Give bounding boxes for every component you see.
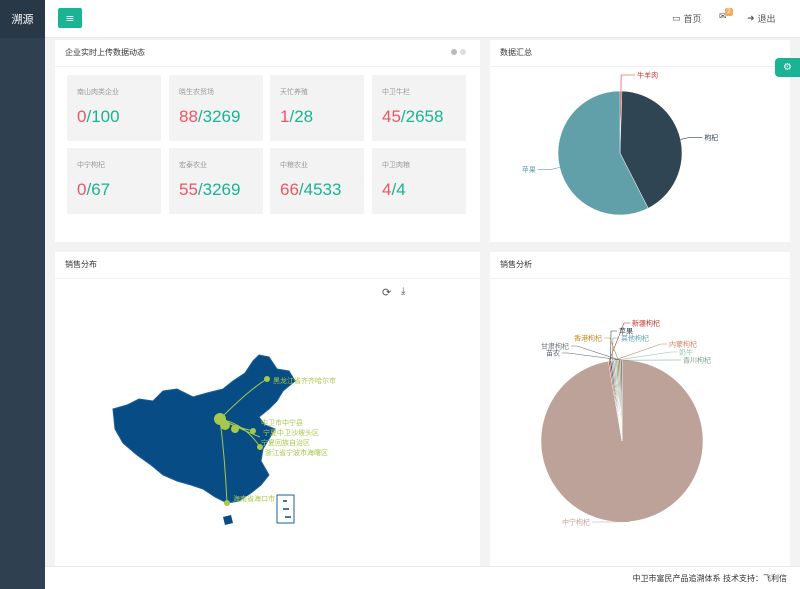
stat-value: 55/3269 — [179, 180, 240, 200]
sidebar — [0, 0, 45, 589]
home-label: 首页 — [683, 15, 702, 25]
stat-value: 45/2658 — [382, 107, 443, 127]
map-marker — [250, 428, 256, 434]
sales-analysis-panel: 销售分析 中宁枸杞 新疆枸杞 苹果 其他枸杞 内蒙枸杞 奶牛 青川枸杞 香港枸杞 甘肃枸杞 苗农 — [490, 252, 790, 566]
pie-label: 枸杞 — [704, 133, 718, 142]
footer-text: 中卫市富民产品追溯体系 技术支持：飞利信 — [632, 574, 787, 583]
china-sales-map: 黑龙江省齐齐哈尔市 中卫市中宁县 宁夏中卫沙坡头区 宁夏回族自治区 浙江省宁波市… — [112, 354, 336, 525]
sales-pie-chart: 中宁枸杞新疆枸杞苹果其他枸杞内蒙枸杞奶牛青川枸杞香港枸杞甘肃枸杞苗农 — [540, 319, 711, 527]
stat-done: 66 — [280, 180, 299, 199]
settings-gear-button[interactable]: ⚙ — [775, 58, 800, 77]
stat-total: /28 — [289, 107, 314, 126]
carousel-dot-active[interactable] — [451, 49, 457, 55]
map-marker — [220, 420, 230, 430]
pie-label-line — [537, 167, 560, 170]
stat-total: /2658 — [400, 107, 444, 126]
pie-label: 内蒙枸杞 — [669, 340, 697, 349]
pie-label-line — [610, 330, 617, 361]
map-label: 中卫市中宁县 — [261, 418, 303, 427]
panel-title: 数据汇总 — [500, 48, 532, 57]
footer: 中卫市富民产品追溯体系 技术支持：飞利信 — [45, 566, 800, 589]
pie-label-line — [620, 74, 636, 92]
stat-card: 晓生农贸场 88/3269 — [169, 75, 263, 141]
hamburger-icon: ≡ — [65, 11, 75, 25]
pie-label: 中宁枸杞 — [562, 518, 590, 527]
stat-value: 88/3269 — [179, 107, 240, 127]
stat-label: 天忙养殖 — [280, 88, 308, 96]
pie-label: 其他枸杞 — [621, 334, 649, 343]
stat-label: 宏泰农业 — [179, 161, 207, 169]
panel-title: 企业实时上传数据动态 — [65, 48, 145, 57]
pie-label-line — [613, 343, 667, 361]
pie-label: 香港枸杞 — [574, 334, 602, 343]
carousel-dot[interactable] — [460, 49, 466, 55]
stat-total: /3269 — [197, 107, 241, 126]
stat-label: 南山肉类企业 — [77, 88, 119, 96]
top-navbar: ≡ ▭ 首页 ✉ 2 ➜ 退出 — [45, 0, 800, 38]
stat-card: 宏泰农业 55/3269 — [169, 148, 263, 214]
menu-toggle-button[interactable]: ≡ — [58, 8, 82, 28]
gears-icon: ⚙ — [783, 62, 792, 73]
stat-label: 晓生农贸场 — [179, 88, 214, 96]
logout-link[interactable]: ➜ 退出 — [747, 12, 776, 26]
data-summary-panel: 数据汇总 牛羊肉枸杞苹果 — [490, 40, 790, 242]
logout-label: 退出 — [757, 15, 776, 25]
stat-value: 0/67 — [77, 180, 110, 200]
carousel-dots — [451, 49, 466, 55]
map-inset-islands — [283, 500, 291, 518]
panel-title: 销售分析 — [500, 260, 532, 269]
map-label: 海南省海口市 — [233, 494, 275, 503]
pie-label: 奶牛 — [679, 348, 693, 357]
pie-label-line — [611, 337, 619, 361]
pie-label: 苗农 — [546, 349, 560, 358]
stat-done: 55 — [179, 180, 198, 199]
map-island-hainan — [223, 515, 233, 525]
pie-label: 牛羊肉 — [637, 71, 658, 80]
stat-card: 天忙养殖 1/28 — [270, 75, 364, 141]
home-link[interactable]: ▭ 首页 — [672, 12, 702, 26]
sign-out-icon: ➜ — [747, 13, 755, 24]
stat-total: /4533 — [298, 180, 342, 199]
stat-value: 66/4533 — [280, 180, 341, 200]
map-marker — [264, 376, 270, 382]
stat-label: 中宁枸杞 — [77, 161, 105, 169]
map-marker — [224, 500, 230, 506]
pie-label-line — [680, 137, 703, 140]
panel-divider — [55, 66, 480, 67]
panel-title: 销售分布 — [65, 260, 97, 269]
pie-label-line — [615, 351, 677, 361]
stat-card: 南山肉类企业 0/100 — [67, 75, 161, 141]
stat-label: 中卫肉粮 — [382, 161, 410, 169]
stat-done: 88 — [179, 107, 198, 126]
stat-value: 4/4 — [382, 180, 406, 200]
stat-done: 45 — [382, 107, 401, 126]
pie-label: 苹果 — [522, 165, 536, 174]
stat-value: 1/28 — [280, 107, 313, 127]
pie-label: 青川枸杞 — [683, 356, 711, 365]
stat-card: 中宁枸杞 0/67 — [67, 148, 161, 214]
stat-card: 中卫牛栏 45/2658 — [372, 75, 466, 141]
map-label: 黑龙江省齐齐哈尔市 — [273, 376, 336, 385]
stat-total: /3269 — [197, 180, 241, 199]
map-label: 浙江省宁波市海曙区 — [265, 448, 328, 457]
sales-distribution-panel: 销售分布 ⟳ ⤓ 黑龙江省齐齐哈尔市 中卫市中宁县 宁夏中卫沙坡头区 宁夏回族自… — [55, 252, 480, 566]
home-icon: ▭ — [672, 13, 681, 24]
summary-pie-chart: 牛羊肉枸杞苹果 — [522, 71, 718, 216]
stat-label: 中卫牛栏 — [382, 88, 410, 96]
stat-label: 中粮农业 — [280, 161, 308, 169]
mail-count-badge: 2 — [725, 8, 733, 16]
map-label: 宁夏回族自治区 — [261, 438, 310, 447]
pie-label: 新疆枸杞 — [632, 319, 660, 328]
stat-total: /100 — [86, 107, 120, 126]
map-label: 宁夏中卫沙坡头区 — [263, 428, 319, 437]
stat-card: 中粮农业 66/4533 — [270, 148, 364, 214]
stat-total: /67 — [86, 180, 111, 199]
brand-logo: 溯源 — [0, 0, 45, 38]
stat-value: 0/100 — [77, 107, 120, 127]
stat-total: /4 — [391, 180, 406, 199]
stat-card: 中卫肉粮 4/4 — [372, 148, 466, 214]
map-marker — [231, 425, 239, 433]
realtime-upload-panel: 企业实时上传数据动态 南山肉类企业 0/100 晓生农贸场 88/3269 天忙… — [55, 40, 480, 242]
